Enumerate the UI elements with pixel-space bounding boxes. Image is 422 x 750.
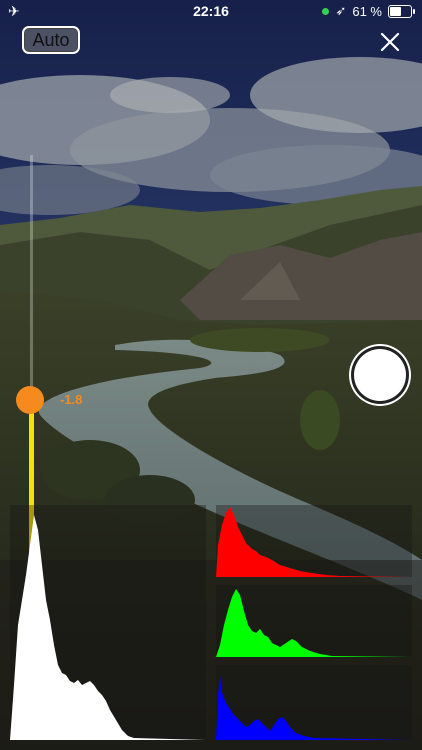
- battery-fill: [390, 6, 401, 16]
- exposure-value-label: -1.8: [60, 392, 83, 407]
- blue-histogram: [216, 675, 412, 740]
- battery-icon: [388, 4, 415, 18]
- green-histogram: [216, 589, 412, 657]
- auto-button[interactable]: Auto: [22, 26, 80, 54]
- red-histogram: [216, 507, 412, 577]
- location-arrow-icon: ➶: [335, 3, 347, 18]
- battery-percent: 61 %: [352, 3, 382, 19]
- recording-indicator-icon: [322, 7, 330, 15]
- close-icon[interactable]: [374, 26, 406, 58]
- status-right-group: ➶ 61 %: [322, 3, 415, 19]
- shutter-button[interactable]: [354, 349, 406, 401]
- exposure-slider-track[interactable]: [30, 155, 33, 403]
- exposure-slider-knob[interactable]: [16, 386, 44, 414]
- status-bar: ✈ 22:16 ➶ 61 %: [0, 0, 422, 24]
- luminance-histogram: [10, 515, 206, 740]
